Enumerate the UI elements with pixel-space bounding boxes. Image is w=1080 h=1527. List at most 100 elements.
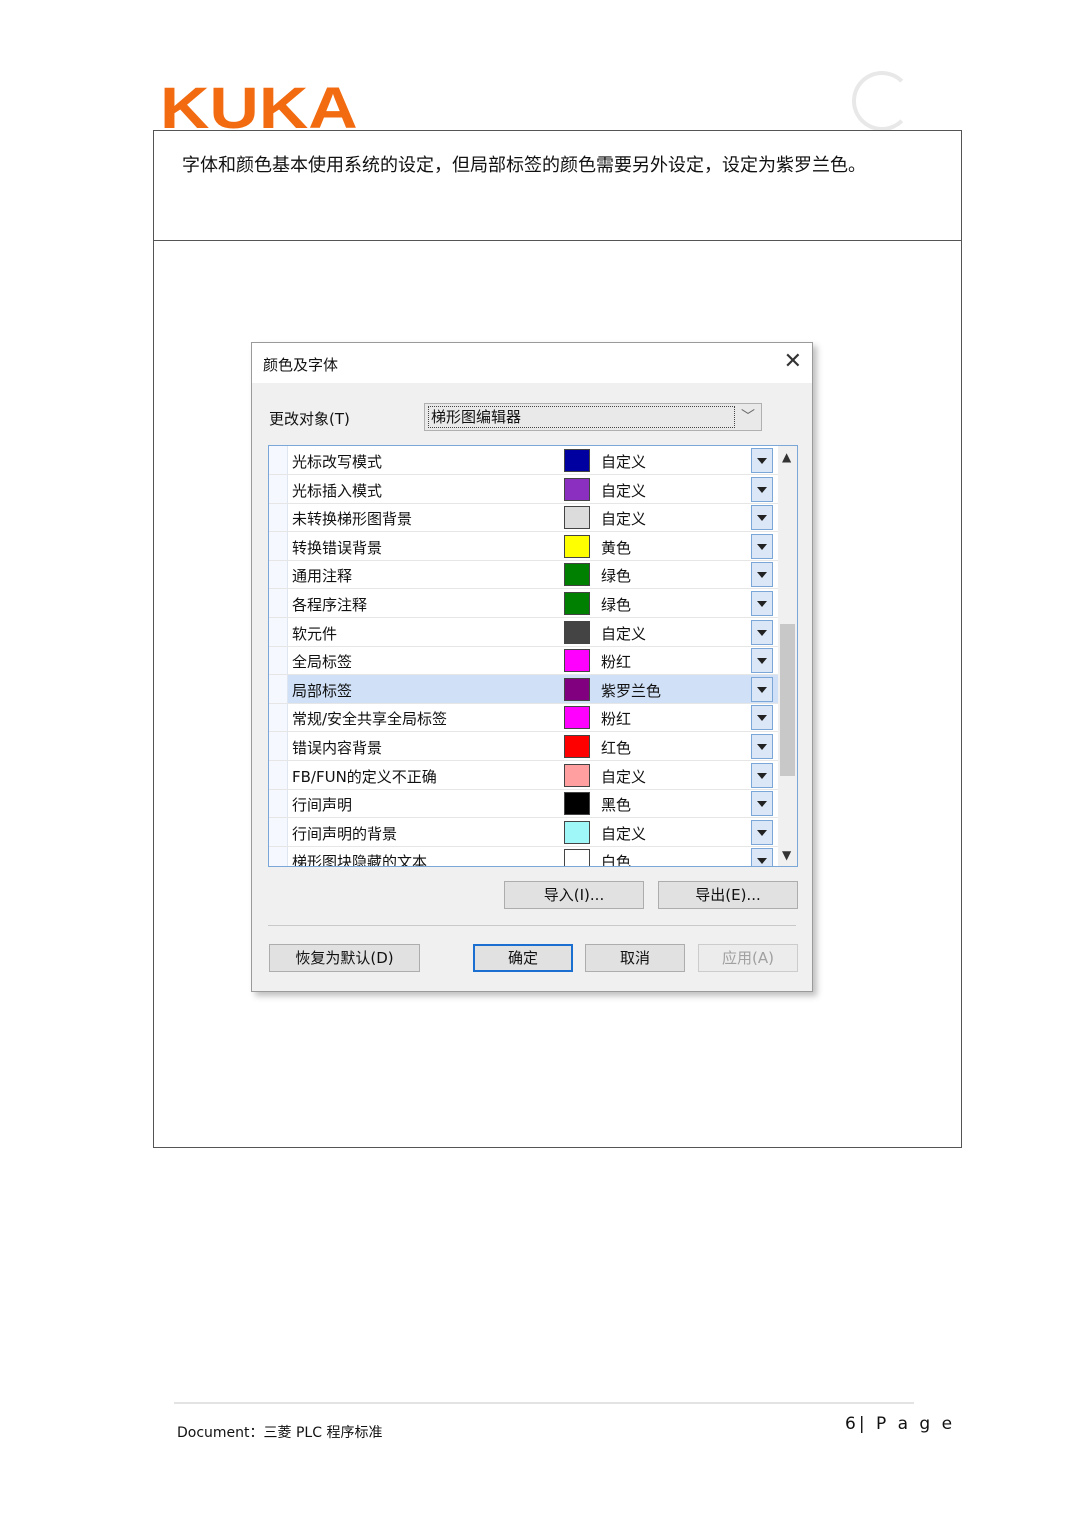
item-name: FB/FUN的定义不正确 bbox=[292, 767, 437, 786]
item-name: 错误内容背景 bbox=[292, 739, 383, 757]
list-item[interactable]: 软元件 自定义 bbox=[269, 617, 778, 647]
color-swatch bbox=[564, 506, 590, 530]
frame-divider bbox=[154, 240, 961, 241]
row-header bbox=[269, 589, 288, 617]
item-name: 软元件 bbox=[292, 624, 338, 643]
footer-document: Document：三菱 PLC 程序标准 bbox=[177, 1425, 383, 1441]
item-name: 行间声明 bbox=[292, 796, 353, 815]
list-item[interactable]: FB/FUN的定义不正确 自定义 bbox=[269, 760, 778, 790]
list-item[interactable]: 常规/安全共享全局标签 粉红 bbox=[269, 703, 778, 733]
list-item[interactable]: 转换错误背景 黄色 bbox=[269, 531, 778, 561]
row-header bbox=[269, 674, 288, 703]
kuka-logo: KUKA bbox=[160, 76, 358, 141]
item-name: 常规/安全共享全局标签 bbox=[292, 710, 448, 729]
color-dropdown-button[interactable] bbox=[751, 705, 773, 731]
row-header bbox=[269, 617, 288, 646]
list-item[interactable]: 行间声明 黑色 bbox=[269, 789, 778, 819]
color-swatch bbox=[564, 563, 590, 587]
list-item[interactable]: 未转换梯形图背景 自定义 bbox=[269, 503, 778, 533]
row-header bbox=[269, 560, 288, 589]
color-swatch bbox=[564, 534, 590, 558]
target-label: 更改对象(T) bbox=[269, 410, 350, 428]
color-name: 粉红 bbox=[601, 653, 632, 672]
color-swatch bbox=[564, 677, 590, 701]
color-dropdown-button[interactable] bbox=[751, 848, 773, 866]
apply-button[interactable]: 应用(A) bbox=[698, 944, 798, 972]
footer-page-number: 6| P a g e bbox=[845, 1414, 956, 1434]
color-swatch bbox=[564, 592, 590, 615]
color-swatch bbox=[564, 763, 590, 787]
row-header bbox=[269, 646, 288, 675]
color-swatch bbox=[564, 449, 590, 472]
color-name: 自定义 bbox=[601, 510, 647, 529]
color-name: 自定义 bbox=[601, 767, 647, 786]
item-name: 光标插入模式 bbox=[292, 481, 383, 500]
color-dropdown-button[interactable] bbox=[751, 533, 773, 559]
color-dropdown-button[interactable] bbox=[751, 476, 773, 502]
cancel-button[interactable]: 取消 bbox=[585, 944, 685, 972]
color-dropdown-button[interactable] bbox=[751, 591, 773, 616]
chevron-up-icon[interactable]: ▲ bbox=[782, 450, 791, 464]
chevron-down-icon: ﹀ bbox=[741, 409, 755, 425]
row-header bbox=[269, 732, 288, 760]
item-name: 转换错误背景 bbox=[292, 538, 383, 557]
item-name: 未转换梯形图背景 bbox=[292, 510, 413, 529]
item-name: 各程序注释 bbox=[292, 596, 368, 614]
color-dropdown-button[interactable] bbox=[751, 791, 773, 817]
color-swatch bbox=[564, 706, 590, 730]
restore-default-button[interactable]: 恢复为默认(D) bbox=[269, 944, 420, 972]
color-dropdown-button[interactable] bbox=[751, 734, 773, 759]
row-header bbox=[269, 474, 288, 503]
color-name: 绿色 bbox=[601, 567, 632, 586]
row-header bbox=[269, 703, 288, 732]
list-item[interactable]: 光标改写模式 自定义 bbox=[269, 446, 778, 475]
target-select-value: 梯形图编辑器 bbox=[428, 406, 735, 428]
item-name: 光标改写模式 bbox=[292, 453, 383, 471]
item-name: 行间声明的背景 bbox=[292, 824, 398, 843]
list-item[interactable]: 行间声明的背景 自定义 bbox=[269, 817, 778, 847]
color-name: 黑色 bbox=[601, 796, 632, 815]
color-dropdown-button[interactable] bbox=[751, 648, 773, 674]
color-swatch bbox=[564, 620, 590, 644]
color-name: 自定义 bbox=[601, 481, 647, 500]
row-header bbox=[269, 789, 288, 818]
color-item-list[interactable]: 梯形图块隐藏的文本 白色 行间声明的背景 自定义 行间声明 黑色 FB/FUN的定义不正确自… bbox=[268, 445, 798, 867]
dialog-title: 颜色及字体 bbox=[263, 356, 339, 374]
list-item[interactable]: 全局标签 粉红 bbox=[269, 646, 778, 676]
color-swatch bbox=[564, 649, 590, 673]
ok-button[interactable]: 确定 bbox=[473, 944, 573, 972]
color-swatch bbox=[564, 477, 590, 501]
item-name: 局部标签 bbox=[292, 681, 353, 700]
color-dropdown-button[interactable] bbox=[751, 505, 773, 531]
item-name: 全局标签 bbox=[292, 653, 353, 672]
list-item[interactable]: 光标插入模式 自定义 bbox=[269, 474, 778, 504]
import-button[interactable]: 导入(I)... bbox=[504, 881, 644, 909]
color-name: 紫罗兰色 bbox=[601, 681, 662, 700]
row-header bbox=[269, 846, 288, 866]
item-name: 梯形图块隐藏的文本 bbox=[292, 853, 428, 867]
chevron-down-icon[interactable]: ▼ bbox=[782, 848, 791, 862]
scrollbar-thumb[interactable] bbox=[780, 624, 795, 776]
list-item[interactable]: 通用注释 绿色 bbox=[269, 560, 778, 590]
vertical-scrollbar[interactable]: ▲ ▼ bbox=[778, 446, 797, 866]
target-select[interactable]: 梯形图编辑器 ﹀ bbox=[424, 403, 762, 431]
color-swatch bbox=[564, 849, 590, 866]
color-dropdown-button[interactable] bbox=[751, 448, 773, 473]
color-name: 自定义 bbox=[601, 824, 647, 843]
list-item[interactable]: 各程序注释 绿色 bbox=[269, 589, 778, 618]
close-icon[interactable]: ✕ bbox=[784, 349, 802, 374]
list-item[interactable]: 错误内容背景 红色 bbox=[269, 732, 778, 761]
color-dropdown-button[interactable] bbox=[751, 762, 773, 788]
row-header bbox=[269, 531, 288, 560]
list-item[interactable]: 局部标签 紫罗兰色 bbox=[269, 674, 778, 704]
list-item[interactable]: 梯形图块隐藏的文本 白色 bbox=[269, 846, 778, 867]
color-swatch bbox=[564, 792, 590, 816]
dialog-separator bbox=[268, 925, 796, 926]
color-dropdown-button[interactable] bbox=[751, 619, 773, 645]
color-dropdown-button[interactable] bbox=[751, 819, 773, 845]
color-dropdown-button[interactable] bbox=[751, 676, 773, 702]
export-button[interactable]: 导出(E)... bbox=[658, 881, 798, 909]
color-name: 粉红 bbox=[601, 710, 632, 729]
color-dropdown-button[interactable] bbox=[751, 562, 773, 588]
color-name: 自定义 bbox=[601, 624, 647, 643]
